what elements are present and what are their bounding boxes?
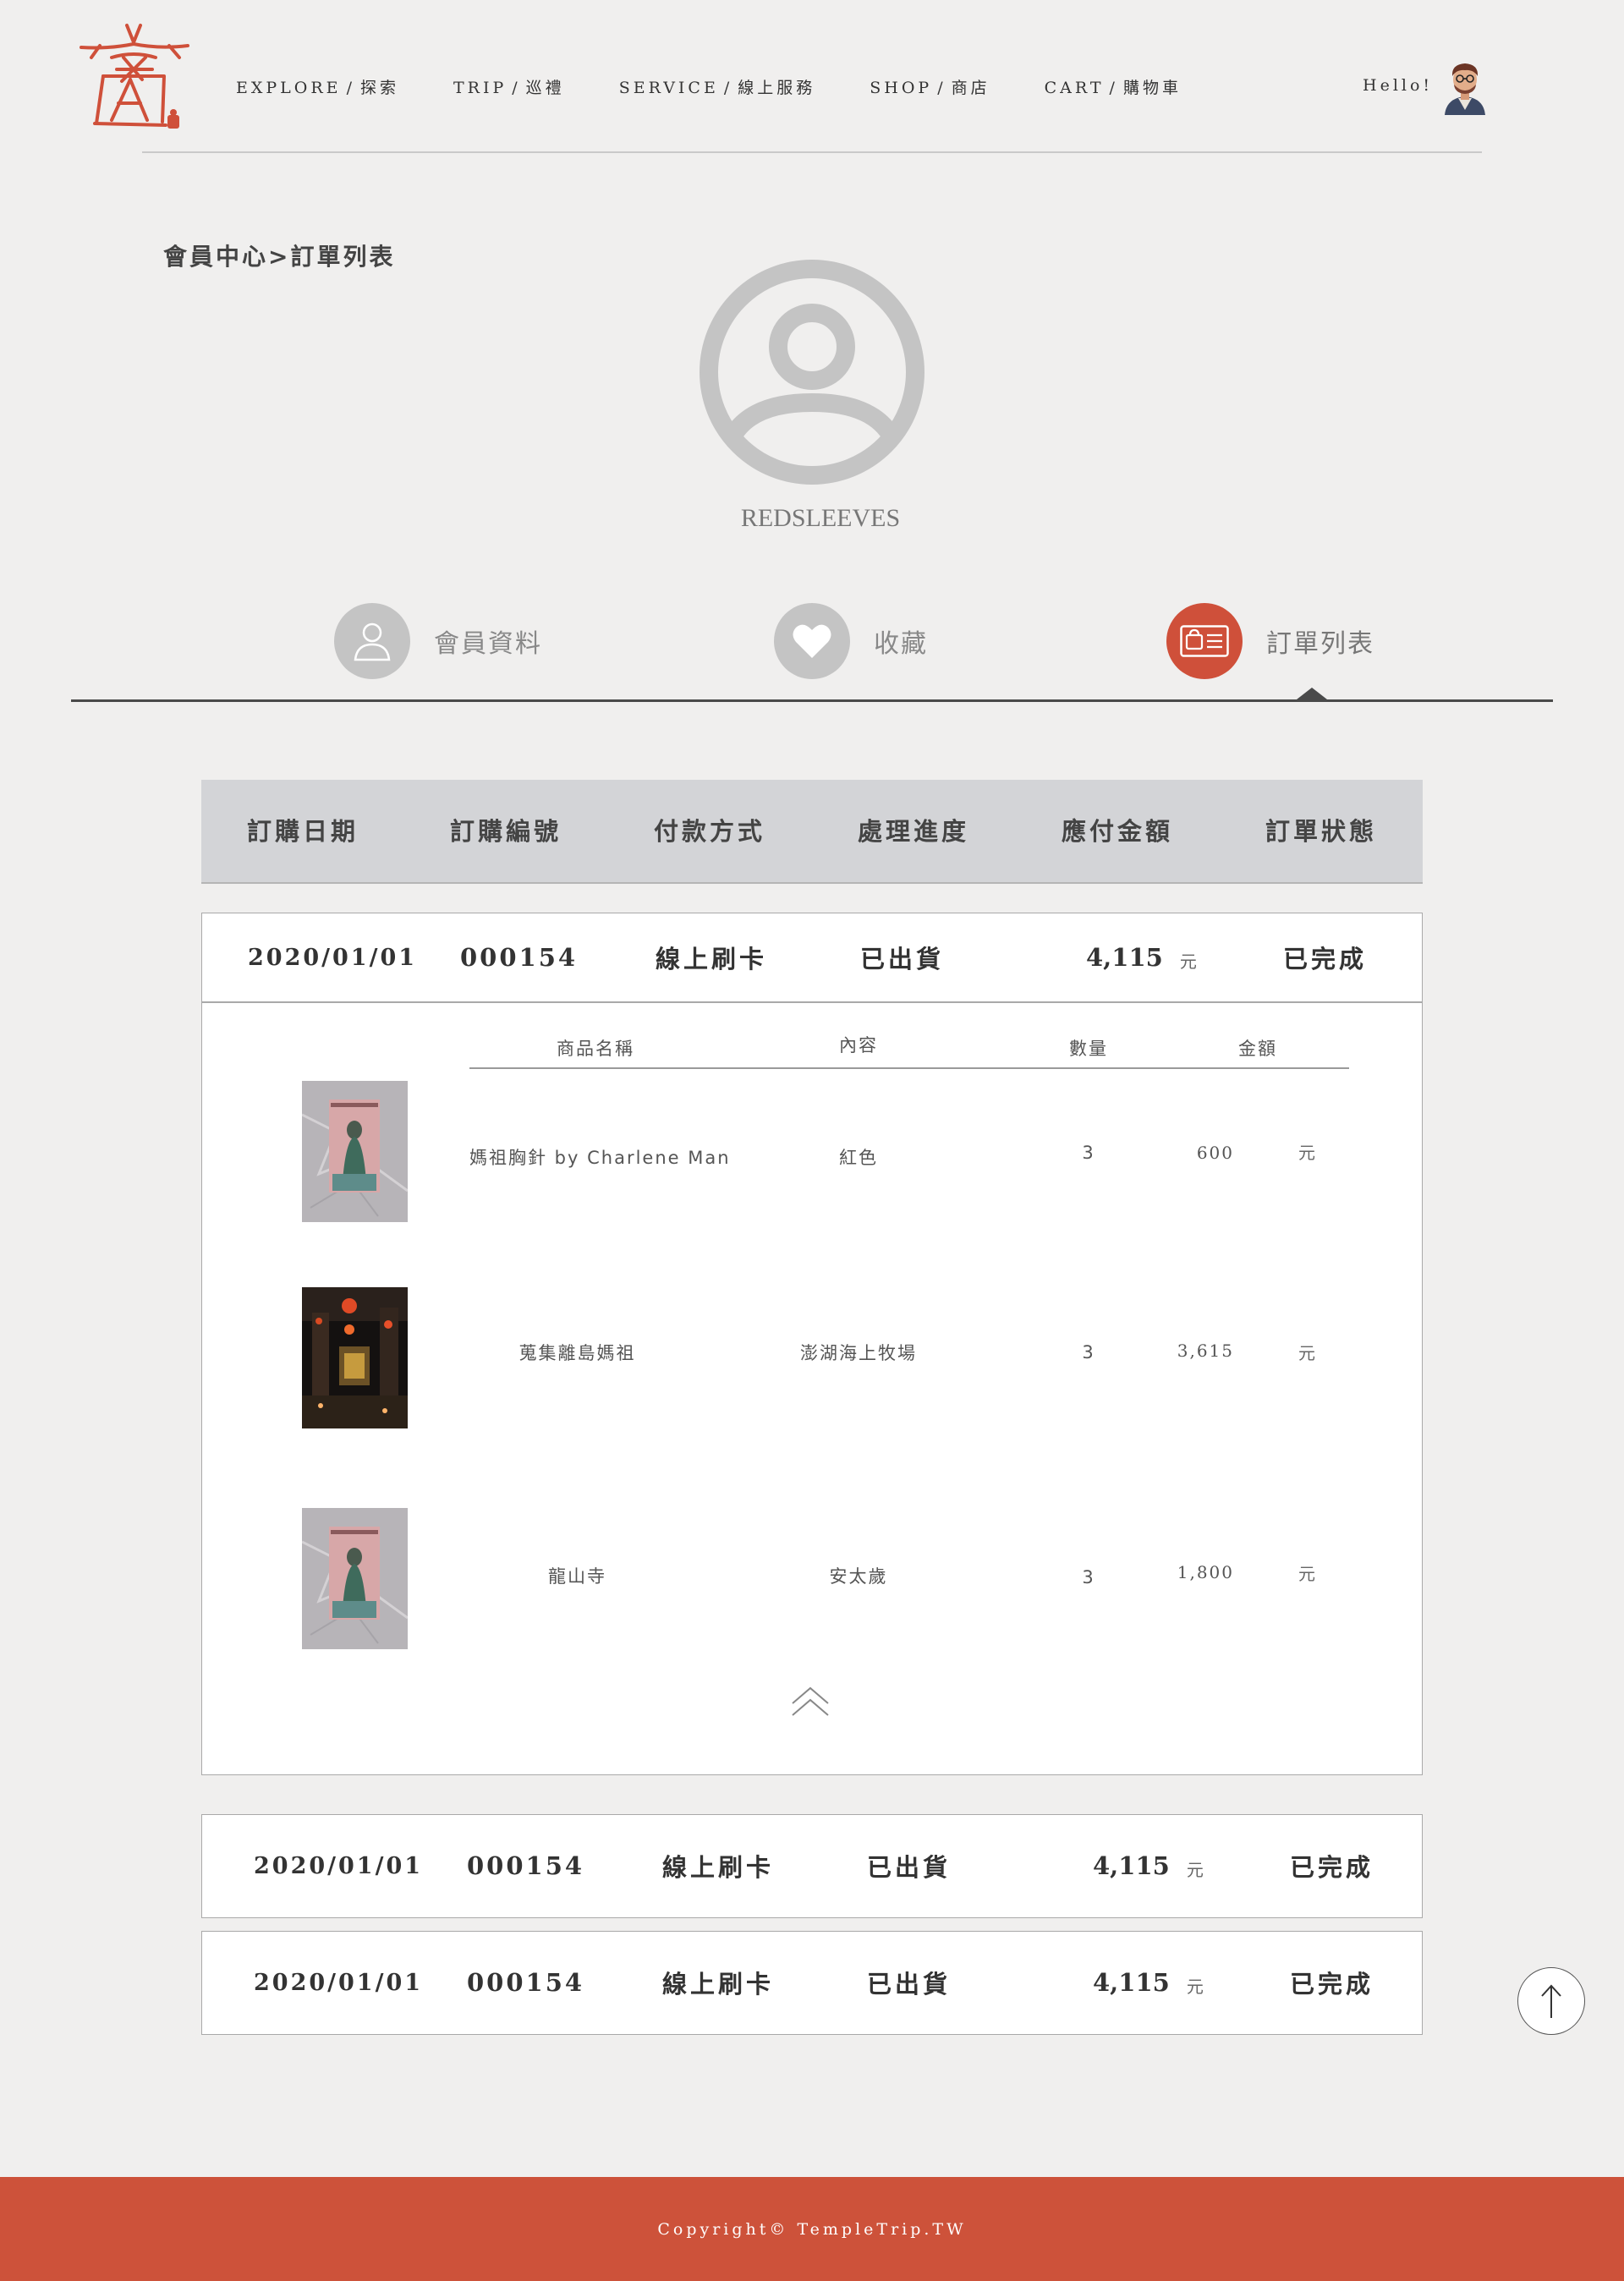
nav-service[interactable]: SERVICE / 線上服務 [619, 75, 816, 98]
user-icon [354, 622, 391, 661]
order-row[interactable]: 2020/01/01 000154 線上刷卡 已出貨 4,115 元 已完成 [202, 1932, 1422, 2033]
breadcrumb[interactable]: 會員中心>訂單列表 [163, 239, 395, 272]
header-payment-method: 付款方式 [653, 817, 765, 846]
order-amount-value: 4,115 [1093, 1851, 1170, 1880]
product-thumbnail[interactable] [302, 1508, 408, 1649]
product-name: 蒐集離島媽祖 [518, 1343, 636, 1363]
nav-cart[interactable]: CART / 購物車 [1045, 75, 1182, 98]
product-name: 媽祖胸針 by Charlene Man [469, 1148, 731, 1168]
payment-method: 線上刷卡 [656, 945, 768, 973]
order-card: 2020/01/01 000154 線上刷卡 已出貨 4,115 元 已完成 [201, 1814, 1423, 1918]
detail-header-product: 商品名稱 [557, 1039, 634, 1059]
tab-member-info-circle [334, 603, 410, 679]
detail-header-divider [469, 1067, 1349, 1069]
tab-favorites[interactable]: 收藏 [774, 603, 928, 679]
order-progress: 已出貨 [860, 945, 945, 973]
order-progress: 已出貨 [867, 1970, 952, 1999]
order-date: 2020/01/01 [248, 944, 418, 971]
order-amount: 4,115 元 [1086, 913, 1197, 1001]
footer: Copyright© TempleTrip.TW [0, 2177, 1624, 2281]
main-nav: EXPLORE / 探索 TRIP / 巡禮 SERVICE / 線上服務 SHOP / 商店 … [236, 74, 1236, 98]
order-date: 2020/01/01 [254, 1969, 424, 1996]
templetrip-logo[interactable] [74, 20, 193, 134]
header-order-status: 訂單狀態 [1265, 817, 1377, 846]
order-row[interactable]: 2020/01/01 000154 線上刷卡 已出貨 4,115 元 已完成 [202, 913, 1422, 1001]
user-avatar-icon[interactable] [1440, 59, 1490, 115]
active-tab-pointer [1297, 688, 1327, 699]
payment-method: 線上刷卡 [662, 1970, 775, 1999]
order-detail: 商品名稱 內容 數量 金額 媽祖胸針 by Charlene Man 紅色 3 … [202, 1003, 1422, 1774]
header-order-date: 訂購日期 [246, 817, 359, 846]
back-to-top-button[interactable] [1517, 1967, 1585, 2035]
profile-username: REDSLEEVES [740, 504, 901, 532]
temple-night-photo [302, 1287, 408, 1428]
order-number: 000154 [460, 943, 579, 972]
payment-method: 線上刷卡 [662, 1853, 775, 1882]
order-number: 000154 [467, 1851, 585, 1880]
nav-separator: / [512, 78, 521, 97]
greeting-text: Hello! [1363, 76, 1434, 95]
product-content: 安太歲 [829, 1566, 888, 1587]
currency-unit: 元 [1186, 1859, 1204, 1880]
order-amount-value: 4,115 [1086, 943, 1163, 972]
tab-member-info[interactable]: 會員資料 [334, 603, 542, 679]
tab-order-list-circle [1166, 603, 1243, 679]
tabs-divider [71, 699, 1553, 702]
currency-unit: 元 [1298, 1143, 1315, 1163]
heart-icon [793, 624, 831, 658]
collapse-chevron-icon[interactable] [791, 1685, 830, 1717]
nav-trip[interactable]: TRIP / 巡禮 [453, 75, 565, 98]
order-date: 2020/01/01 [254, 1852, 424, 1879]
nav-explore[interactable]: EXPLORE / 探索 [236, 75, 399, 98]
order-status: 已完成 [1290, 1853, 1374, 1882]
orders-table-header: 訂購日期 訂購編號 付款方式 處理進度 應付金額 訂單狀態 [201, 780, 1423, 884]
order-amount-value: 4,115 [1093, 1968, 1170, 1997]
detail-header-qty: 數量 [1069, 1039, 1108, 1059]
header-amount-due: 應付金額 [1061, 817, 1173, 846]
tab-order-list[interactable]: 訂單列表 [1166, 603, 1374, 679]
tab-order-list-label: 訂單列表 [1266, 629, 1374, 659]
tab-favorites-label: 收藏 [874, 629, 928, 659]
header-order-number: 訂購編號 [449, 817, 562, 846]
product-thumbnail[interactable] [302, 1081, 408, 1222]
order-amount: 4,115 元 [1093, 1932, 1204, 2033]
currency-unit: 元 [1179, 951, 1197, 972]
header-divider [142, 151, 1482, 153]
order-number: 000154 [467, 1968, 585, 1997]
order-card: 2020/01/01 000154 線上刷卡 已出貨 4,115 元 已完成 [201, 1931, 1423, 2035]
header-progress: 處理進度 [857, 817, 969, 846]
currency-unit: 元 [1298, 1343, 1315, 1363]
product-content: 紅色 [839, 1148, 878, 1168]
charlene-man-card-image [302, 1508, 408, 1649]
nav-separator: / [937, 78, 946, 97]
nav-separator: / [723, 78, 733, 97]
order-progress: 已出貨 [867, 1853, 952, 1882]
order-row[interactable]: 2020/01/01 000154 線上刷卡 已出貨 4,115 元 已完成 [202, 1815, 1422, 1916]
tab-favorites-circle [774, 603, 850, 679]
currency-unit: 元 [1186, 1976, 1204, 1997]
product-price: 600 [1196, 1143, 1234, 1163]
order-status: 已完成 [1283, 945, 1368, 973]
order-amount: 4,115 元 [1093, 1815, 1204, 1916]
arrow-up-icon [1541, 1984, 1561, 2018]
detail-header-price: 金額 [1238, 1039, 1277, 1059]
product-price: 3,615 [1177, 1341, 1234, 1361]
product-content: 澎湖海上牧場 [800, 1343, 917, 1363]
order-status: 已完成 [1290, 1970, 1374, 1999]
product-name: 龍山寺 [548, 1566, 606, 1587]
nav-separator: / [346, 78, 355, 97]
charlene-man-card-image [302, 1081, 408, 1222]
product-thumbnail[interactable] [302, 1287, 408, 1428]
footer-copyright: Copyright© TempleTrip.TW [657, 2219, 967, 2239]
profile-avatar-icon [700, 260, 924, 485]
nav-separator: / [1109, 78, 1118, 97]
order-card: 2020/01/01 000154 線上刷卡 已出貨 4,115 元 已完成 商… [201, 913, 1423, 1775]
currency-unit: 元 [1298, 1564, 1315, 1584]
order-card-icon [1180, 625, 1229, 657]
detail-header-content: 內容 [839, 1035, 878, 1056]
nav-shop[interactable]: SHOP / 商店 [870, 75, 990, 98]
product-price: 1,800 [1177, 1562, 1234, 1582]
tab-member-info-label: 會員資料 [434, 629, 542, 659]
